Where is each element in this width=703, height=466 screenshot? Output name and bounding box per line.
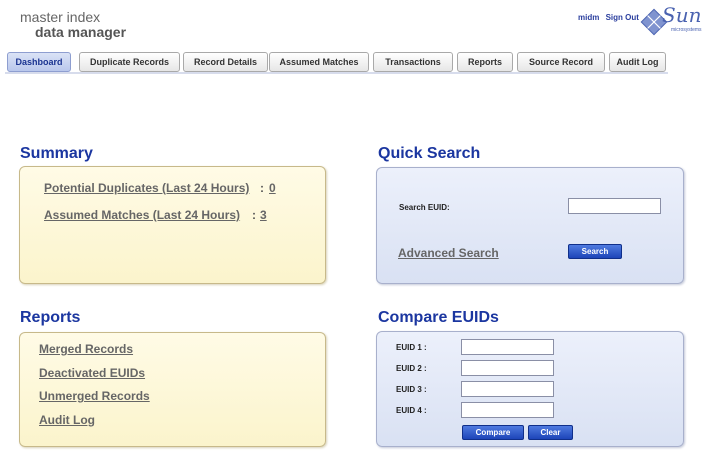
- tab-reports[interactable]: Reports: [457, 52, 513, 72]
- reports-title: Reports: [20, 309, 81, 326]
- quick-search-panel: Search EUID: Advanced Search Search: [376, 167, 684, 284]
- potential-duplicates-link[interactable]: Potential Duplicates (Last 24 Hours): [44, 181, 249, 195]
- potential-duplicates-colon: :: [260, 181, 264, 195]
- sign-out-link[interactable]: Sign Out: [606, 13, 639, 22]
- euid-3-label: EUID 3 :: [396, 385, 427, 394]
- search-euid-input[interactable]: [568, 198, 661, 214]
- tab-transactions[interactable]: Transactions: [373, 52, 453, 72]
- euid-2-label: EUID 2 :: [396, 364, 427, 373]
- euid-4-label: EUID 4 :: [396, 406, 427, 415]
- euid-2-input[interactable]: [461, 360, 554, 376]
- sun-wordmark: Sun: [662, 3, 702, 27]
- potential-duplicates-count[interactable]: 0: [269, 181, 276, 195]
- assumed-matches-count[interactable]: 3: [260, 208, 267, 222]
- logo-line-2: data manager: [35, 24, 127, 40]
- tab-underline: [5, 72, 668, 74]
- euid-1-label: EUID 1 :: [396, 343, 427, 352]
- assumed-matches-colon: :: [252, 208, 256, 222]
- username-link[interactable]: midm: [578, 13, 599, 22]
- report-merged-records-link[interactable]: Merged Records: [39, 342, 133, 356]
- euid-3-input[interactable]: [461, 381, 554, 397]
- tab-dashboard[interactable]: Dashboard: [7, 52, 71, 72]
- tab-source-record[interactable]: Source Record: [517, 52, 605, 72]
- tab-assumed-matches[interactable]: Assumed Matches: [269, 52, 369, 72]
- euid-4-input[interactable]: [461, 402, 554, 418]
- quick-search-title: Quick Search: [378, 145, 481, 162]
- advanced-search-link[interactable]: Advanced Search: [398, 246, 499, 260]
- summary-panel: Potential Duplicates (Last 24 Hours) : 0…: [19, 166, 326, 284]
- top-links: midm Sign Out: [578, 13, 643, 22]
- compare-euids-panel: EUID 1 : EUID 2 : EUID 3 : EUID 4 : Comp…: [376, 331, 684, 447]
- tab-record-details[interactable]: Record Details: [183, 52, 268, 72]
- clear-button[interactable]: Clear: [528, 425, 573, 440]
- report-audit-log-link[interactable]: Audit Log: [39, 413, 95, 427]
- app-logo: master index data manager: [20, 10, 126, 40]
- search-button[interactable]: Search: [568, 244, 622, 259]
- reports-panel: Merged Records Deactivated EUIDs Unmerge…: [19, 332, 326, 447]
- tab-audit-log[interactable]: Audit Log: [609, 52, 666, 72]
- tab-duplicate-records[interactable]: Duplicate Records: [79, 52, 180, 72]
- report-unmerged-records-link[interactable]: Unmerged Records: [39, 389, 150, 403]
- compare-button[interactable]: Compare: [462, 425, 524, 440]
- search-euid-label: Search EUID:: [399, 203, 450, 212]
- euid-1-input[interactable]: [461, 339, 554, 355]
- sun-subtext: microsystems: [671, 27, 702, 33]
- compare-euids-title: Compare EUIDs: [378, 309, 499, 326]
- report-deactivated-euids-link[interactable]: Deactivated EUIDs: [39, 366, 145, 380]
- assumed-matches-link[interactable]: Assumed Matches (Last 24 Hours): [44, 208, 240, 222]
- logo-line-1: master index: [20, 9, 101, 25]
- summary-title: Summary: [20, 145, 93, 162]
